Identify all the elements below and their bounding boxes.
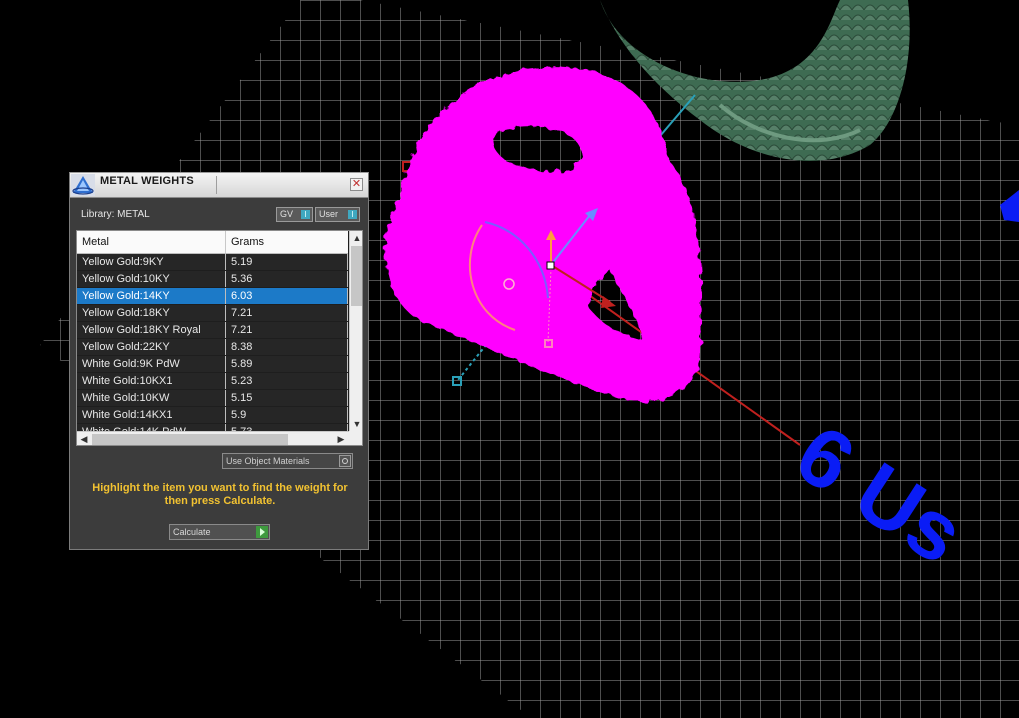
metal-cell: Yellow Gold:18KY (77, 305, 226, 321)
toggle-icon: I (301, 210, 310, 219)
play-icon (256, 526, 268, 538)
grams-cell: 5.15 (226, 390, 348, 406)
metal-cell: Yellow Gold:14KY (77, 288, 226, 304)
metal-cell: White Gold:10KX1 (77, 373, 226, 389)
column-header-metal[interactable]: Metal (77, 231, 226, 253)
grams-cell: 5.9 (226, 407, 348, 423)
grams-cell: 7.21 (226, 322, 348, 338)
horizontal-scroll-thumb[interactable] (92, 434, 288, 445)
metal-table[interactable]: Metal Grams Yellow Gold:9KY 5.19 Yellow G… (76, 230, 363, 446)
close-button[interactable]: ✕ (350, 178, 363, 191)
gv-toggle[interactable]: GV I (276, 207, 313, 222)
instruction-text: Highlight the item you want to find the … (92, 482, 348, 507)
metal-cell: Yellow Gold:10KY (77, 271, 226, 287)
table-row[interactable]: White Gold:10KX1 5.23 (77, 373, 348, 389)
column-header-grams[interactable]: Grams (226, 231, 348, 253)
scroll-down-icon[interactable]: ▼ (350, 417, 362, 431)
grams-cell: 8.38 (226, 339, 348, 355)
close-icon: ✕ (351, 178, 362, 190)
metal-cell: Yellow Gold:18KY Royal (77, 322, 226, 338)
app-logo-icon (71, 174, 95, 196)
calculate-label: Calculate (173, 527, 211, 537)
table-row[interactable]: White Gold:10KW 5.15 (77, 390, 348, 406)
panel-titlebar[interactable]: METAL WEIGHTS ✕ (70, 173, 368, 198)
grams-cell: 5.36 (226, 271, 348, 287)
scroll-corner (349, 431, 362, 445)
vertical-scroll-thumb[interactable] (351, 246, 362, 306)
metal-weights-panel: METAL WEIGHTS ✕ Library: METAL GV I User… (69, 172, 369, 550)
user-toggle[interactable]: User I (315, 207, 360, 222)
scroll-left-icon[interactable]: ◀ (77, 432, 91, 445)
panel-title: METAL WEIGHTS (100, 175, 194, 187)
metal-cell: Yellow Gold:9KY (77, 254, 226, 270)
table-row[interactable]: White Gold:14KX1 5.9 (77, 407, 348, 423)
radio-icon (339, 455, 351, 467)
grams-cell: 5.89 (226, 356, 348, 372)
table-row-selected[interactable]: Yellow Gold:14KY 6.03 (77, 288, 348, 304)
metal-cell: Yellow Gold:22KY (77, 339, 226, 355)
use-object-materials-label: Use Object Materials (226, 456, 310, 466)
scroll-right-icon[interactable]: ▶ (334, 432, 348, 445)
table-row[interactable]: Yellow Gold:10KY 5.36 (77, 271, 348, 287)
table-row[interactable]: White Gold:9K PdW 5.89 (77, 356, 348, 372)
table-row[interactable]: Yellow Gold:18KY Royal 7.21 (77, 322, 348, 338)
grams-cell: 6.03 (226, 288, 348, 304)
use-object-materials-button[interactable]: Use Object Materials (222, 453, 353, 469)
metal-cell: White Gold:10KW (77, 390, 226, 406)
table-body: Yellow Gold:9KY 5.19 Yellow Gold:10KY 5.36… (77, 254, 348, 441)
grams-cell: 5.19 (226, 254, 348, 270)
grams-cell: 7.21 (226, 305, 348, 321)
user-toggle-label: User (319, 209, 339, 219)
horizontal-scrollbar[interactable]: ◀ ▶ (77, 431, 349, 445)
table-row[interactable]: Yellow Gold:18KY 7.21 (77, 305, 348, 321)
table-row[interactable]: Yellow Gold:9KY 5.19 (77, 254, 348, 270)
vertical-scrollbar[interactable]: ▲ ▼ (349, 231, 362, 431)
metal-cell: White Gold:14KX1 (77, 407, 226, 423)
table-header: Metal Grams (77, 231, 348, 254)
title-divider (216, 176, 217, 194)
calculate-button[interactable]: Calculate (169, 524, 270, 540)
gv-toggle-label: GV (280, 209, 294, 219)
library-label: Library: METAL (81, 209, 150, 220)
scroll-up-icon[interactable]: ▲ (350, 231, 362, 245)
table-row[interactable]: Yellow Gold:22KY 8.38 (77, 339, 348, 355)
metal-cell: White Gold:9K PdW (77, 356, 226, 372)
grams-cell: 5.23 (226, 373, 348, 389)
toggle-icon: I (348, 210, 357, 219)
